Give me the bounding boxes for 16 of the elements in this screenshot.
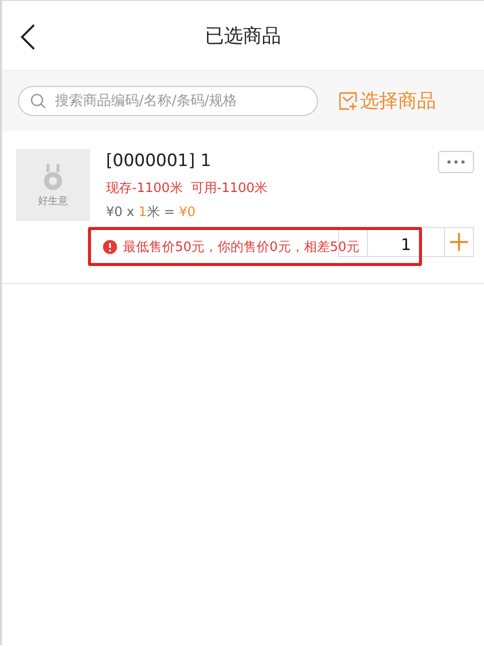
plus-icon: [450, 233, 468, 251]
warning-message: 最低售价50元，你的售价0元，相差50元: [123, 238, 360, 256]
increase-button[interactable]: [444, 227, 474, 257]
stock-text: 现存-1100米: [106, 180, 183, 197]
more-button[interactable]: [438, 151, 474, 173]
page-title: 已选商品: [205, 24, 281, 48]
product-title: [0000001] 1: [106, 151, 212, 171]
more-icon: [447, 160, 465, 164]
error-icon: [103, 240, 117, 254]
price-formula: ¥0 x 1米 = ¥0: [106, 204, 196, 221]
stock-text: 可用-1100米: [190, 180, 268, 197]
search-icon: [30, 93, 46, 109]
placeholder-label: 好生意: [38, 194, 68, 208]
search-field[interactable]: 搜索商品编码/名称/条码/规格: [18, 86, 318, 116]
add-tag-icon: [338, 91, 358, 111]
back-icon[interactable]: [20, 24, 36, 50]
